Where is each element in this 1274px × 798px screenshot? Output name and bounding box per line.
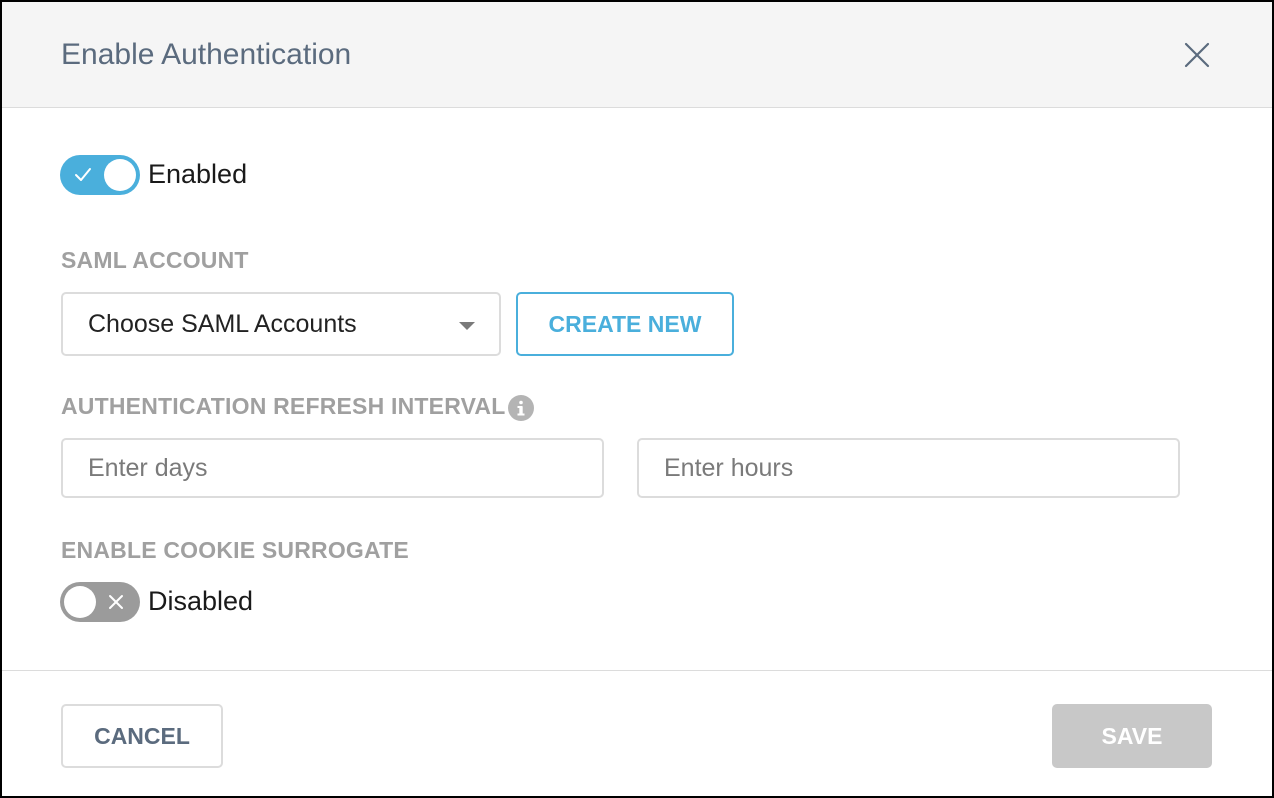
refresh-interval-label: AUTHENTICATION REFRESH INTERVAL: [61, 393, 506, 419]
hours-input[interactable]: [637, 438, 1180, 498]
cookie-surrogate-label: ENABLE COOKIE SURROGATE: [61, 537, 409, 563]
footer-divider: [2, 670, 1272, 671]
info-icon[interactable]: [508, 395, 534, 421]
toggle-knob: [64, 586, 96, 618]
create-new-button[interactable]: CREATE NEW: [516, 292, 734, 356]
dialog-header: Enable Authentication: [2, 2, 1272, 108]
saml-account-select-value: Choose SAML Accounts: [88, 310, 357, 338]
cancel-button[interactable]: CANCEL: [61, 704, 223, 768]
dialog-title: Enable Authentication: [61, 38, 352, 71]
authentication-toggle-label: Enabled: [148, 159, 248, 189]
days-input[interactable]: [61, 438, 604, 498]
close-icon[interactable]: [1180, 38, 1214, 72]
cookie-surrogate-toggle[interactable]: [60, 582, 140, 622]
caret-down-icon: [459, 322, 475, 330]
saml-account-select[interactable]: Choose SAML Accounts: [61, 292, 501, 356]
save-button[interactable]: SAVE: [1052, 704, 1212, 768]
x-icon: [106, 592, 126, 612]
enable-authentication-dialog: Enable Authentication Enabled SAML ACCOU…: [0, 0, 1274, 798]
cookie-surrogate-toggle-label: Disabled: [148, 586, 254, 616]
check-icon: [73, 165, 93, 185]
saml-account-label: SAML ACCOUNT: [61, 247, 249, 273]
toggle-knob: [104, 159, 136, 191]
authentication-enabled-toggle[interactable]: [60, 155, 140, 195]
